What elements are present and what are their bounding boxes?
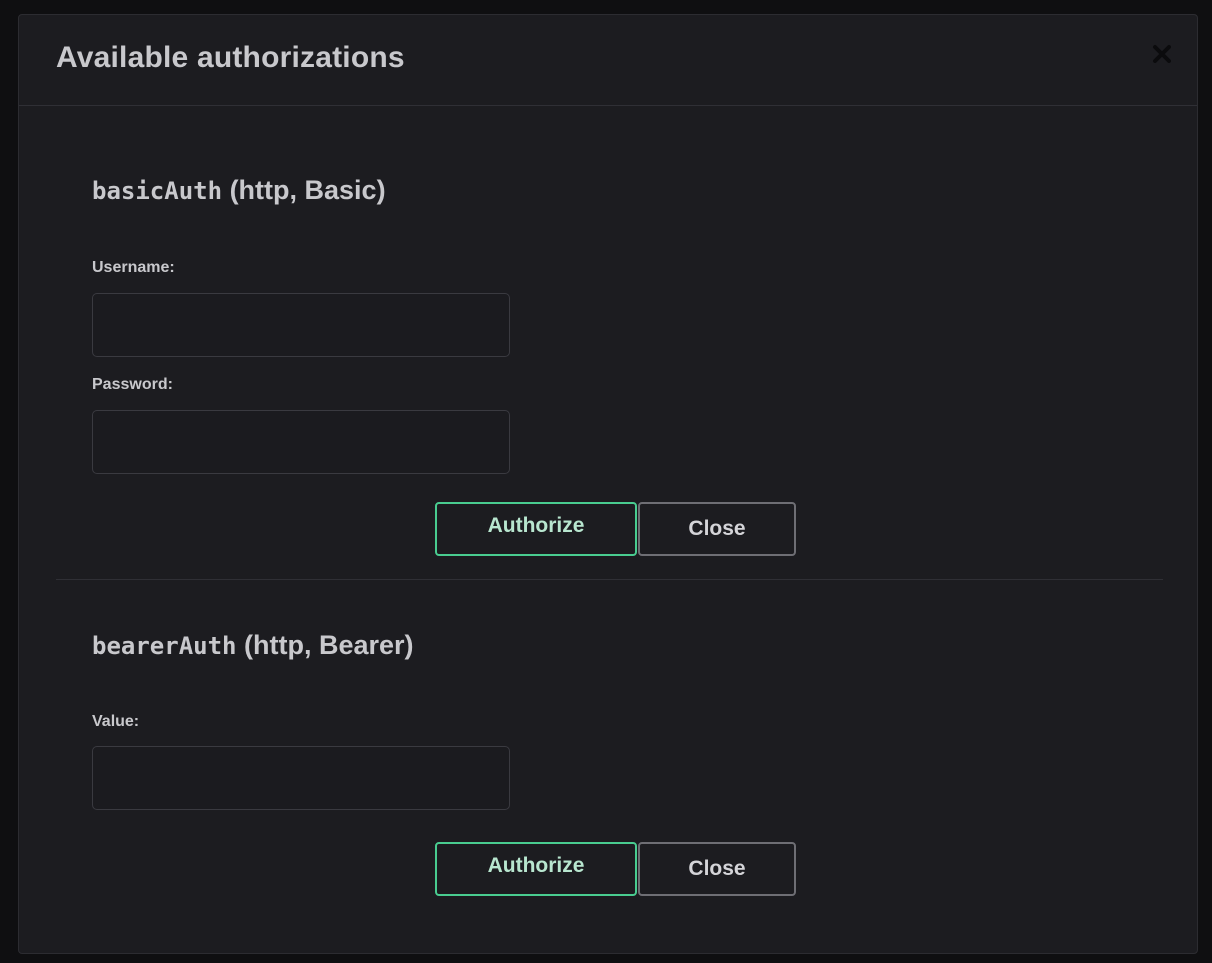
bearer-auth-section: bearerAuth (http, Bearer) Value: Authori…: [92, 625, 1162, 896]
basic-auth-section: basicAuth (http, Basic) Username: Passwo…: [92, 170, 1162, 556]
close-icon[interactable]: [1149, 41, 1175, 67]
scheme-type: (http, Bearer): [244, 630, 414, 660]
scheme-title: bearerAuth (http, Bearer): [92, 625, 1162, 665]
authorize-button[interactable]: Authorize: [435, 502, 637, 556]
scheme-name: bearerAuth: [92, 632, 237, 660]
scheme-title: basicAuth (http, Basic): [92, 170, 1162, 210]
value-label: Value:: [92, 713, 140, 730]
authorization-modal: Available authorizations basicAuth (http…: [18, 14, 1198, 954]
modal-header: Available authorizations: [19, 15, 1197, 106]
scheme-name: basicAuth: [92, 177, 223, 205]
password-label: Password:: [92, 376, 173, 393]
username-input[interactable]: [92, 293, 510, 357]
authorize-button-label: Authorize: [487, 513, 585, 537]
modal-title: Available authorizations: [56, 41, 405, 74]
scheme-type: (http, Basic): [229, 175, 386, 205]
authorize-button[interactable]: Authorize: [435, 842, 637, 896]
close-button[interactable]: Close: [638, 502, 796, 556]
username-label: Username:: [92, 259, 175, 276]
authorize-button-label: Authorize: [487, 853, 585, 877]
password-input[interactable]: [92, 410, 510, 474]
section-divider: [56, 579, 1163, 580]
close-button[interactable]: Close: [638, 842, 796, 896]
bearer-value-input[interactable]: [92, 746, 510, 810]
